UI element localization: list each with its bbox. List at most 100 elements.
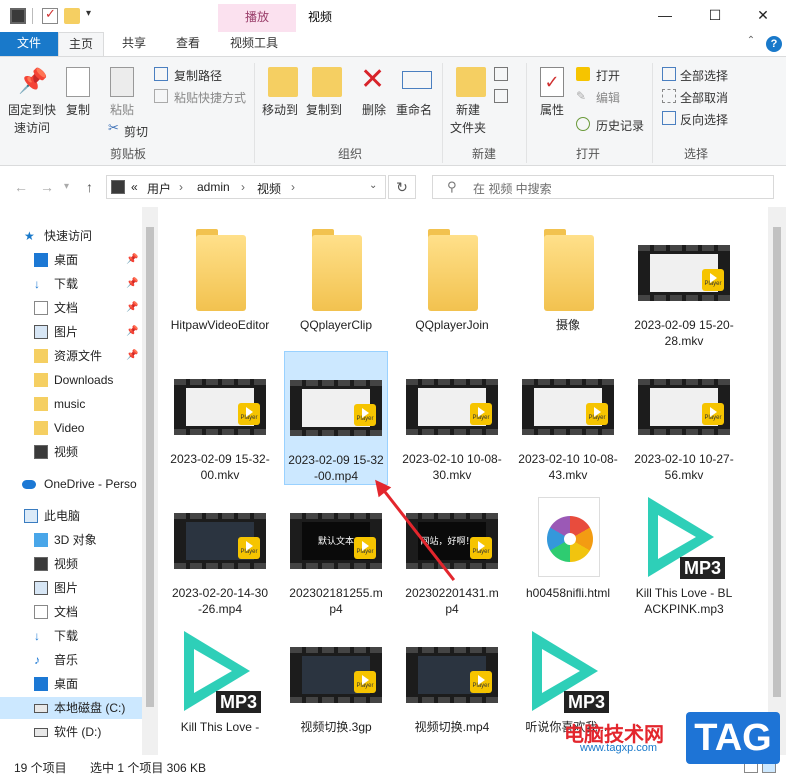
- new-folder-icon[interactable]: [456, 67, 486, 97]
- paste-button[interactable]: 粘贴: [110, 101, 134, 118]
- nav-this-pc[interactable]: 此电脑: [0, 505, 142, 527]
- minimize-button[interactable]: —: [650, 6, 680, 26]
- address-dropdown-icon[interactable]: ⌄: [369, 180, 377, 191]
- up-icon[interactable]: ↑: [86, 179, 93, 195]
- file-item[interactable]: Player 2023-02-10 10-08-43.mkv: [516, 351, 620, 483]
- rename-button[interactable]: 重命名: [396, 101, 432, 118]
- tab-file[interactable]: 文件: [0, 32, 58, 56]
- properties-button[interactable]: 属性: [540, 101, 564, 118]
- nav-quick-access[interactable]: ★ 快速访问: [0, 225, 142, 247]
- recent-dropdown-icon[interactable]: ▾: [64, 181, 69, 192]
- nav-pc-music[interactable]: ♪ 音乐: [0, 649, 142, 671]
- nav-pc-desktop[interactable]: 桌面: [0, 673, 142, 695]
- properties-icon[interactable]: ✓: [540, 67, 564, 97]
- nav-pc-drive-d[interactable]: 软件 (D:): [0, 721, 142, 743]
- breadcrumb-separator[interactable]: ›: [241, 180, 245, 194]
- breadcrumb-separator[interactable]: ›: [179, 180, 183, 194]
- folder-item[interactable]: QQplayerClip: [284, 217, 388, 333]
- paste-icon[interactable]: [110, 67, 134, 97]
- search-input[interactable]: 在 视频 中搜索: [473, 180, 552, 197]
- file-item[interactable]: 默认文本 Player 202302181255.mp4: [284, 485, 388, 617]
- file-item[interactable]: Player 2023-02-09 15-32-00.mkv: [168, 351, 272, 483]
- file-item[interactable]: Player 2023-02-10 10-27-56.mkv: [632, 351, 736, 483]
- nav-item-music[interactable]: music: [0, 393, 142, 415]
- copy-path-icon[interactable]: [154, 67, 168, 81]
- file-item[interactable]: MP3 Kill This Love -: [168, 619, 272, 735]
- file-item[interactable]: Player 2023-02-09 15-20-28.mkv: [632, 217, 736, 349]
- file-item[interactable]: 网站，好啊！！ Player 202302201431.mp4: [400, 485, 504, 617]
- tab-share[interactable]: 共享: [112, 32, 156, 56]
- move-to-button[interactable]: 移动到: [262, 101, 298, 118]
- tab-home[interactable]: 主页: [58, 32, 105, 56]
- copy-icon[interactable]: [66, 67, 90, 97]
- invert-selection-icon[interactable]: [662, 111, 676, 125]
- nav-item-documents[interactable]: 文档 📌: [0, 297, 142, 319]
- open-icon[interactable]: [576, 67, 590, 81]
- edit-button[interactable]: 编辑: [596, 89, 620, 106]
- pin-quick-access-label-2[interactable]: 速访问: [14, 119, 50, 136]
- breadcrumb-separator[interactable]: ›: [291, 180, 295, 194]
- file-item[interactable]: MP3 Kill This Love - BLACKPINK.mp3: [632, 485, 736, 617]
- new-folder-quick-icon[interactable]: [64, 8, 80, 24]
- refresh-button[interactable]: ↻: [388, 175, 416, 199]
- breadcrumb-admin[interactable]: admin: [197, 180, 230, 194]
- nav-item-resources[interactable]: 资源文件 📌: [0, 345, 142, 367]
- collapse-ribbon-icon[interactable]: ⌃: [736, 32, 766, 52]
- delete-icon[interactable]: ✕: [360, 65, 390, 95]
- nav-item-downloads[interactable]: Downloads: [0, 369, 142, 391]
- quick-access-dropdown-icon[interactable]: ▾: [86, 8, 91, 19]
- nav-item-pictures[interactable]: 图片 📌: [0, 321, 142, 343]
- paste-shortcut-button[interactable]: 粘贴快捷方式: [174, 89, 246, 106]
- history-button[interactable]: 历史记录: [596, 117, 644, 134]
- forward-icon[interactable]: →: [40, 179, 54, 195]
- breadcrumb-users[interactable]: 用户: [147, 180, 171, 197]
- file-item[interactable]: Player 2023-02-10 10-08-30.mkv: [400, 351, 504, 483]
- film-icon[interactable]: [10, 8, 26, 24]
- history-icon[interactable]: [576, 117, 590, 131]
- copy-button[interactable]: 复制: [66, 101, 90, 118]
- nav-item-video[interactable]: Video: [0, 417, 142, 439]
- select-all-button[interactable]: 全部选择: [680, 67, 728, 84]
- nav-onedrive[interactable]: OneDrive - Perso: [0, 473, 142, 495]
- scissors-icon[interactable]: ✂: [108, 121, 122, 135]
- new-folder-button-2[interactable]: 文件夹: [450, 119, 486, 136]
- nav-pc-pictures[interactable]: 图片: [0, 577, 142, 599]
- nav-pc-drive-c[interactable]: 本地磁盘 (C:): [0, 697, 142, 719]
- context-tab-group-play[interactable]: 播放: [218, 4, 296, 32]
- file-item[interactable]: h00458nifli.html: [516, 485, 620, 601]
- pin-icon[interactable]: 📌: [18, 67, 48, 97]
- delete-button[interactable]: 删除: [362, 101, 386, 118]
- new-folder-button[interactable]: 新建: [456, 101, 480, 118]
- nav-scrollbar-thumb[interactable]: [146, 227, 154, 707]
- search-box[interactable]: ⚲ 在 视频 中搜索: [432, 175, 774, 199]
- copy-to-button[interactable]: 复制到: [306, 101, 342, 118]
- nav-item-videos[interactable]: 视频: [0, 441, 142, 463]
- copy-path-button[interactable]: 复制路径: [174, 67, 222, 84]
- move-to-icon[interactable]: [268, 67, 298, 97]
- address-field[interactable]: « 用户 › admin › 视频 › ⌄: [106, 175, 386, 199]
- close-button[interactable]: ✕: [748, 6, 778, 26]
- pin-quick-access-label[interactable]: 固定到快: [8, 101, 56, 118]
- properties-quick-icon[interactable]: [42, 6, 58, 24]
- nav-pc-documents[interactable]: 文档: [0, 601, 142, 623]
- nav-pc-videos[interactable]: 视频: [0, 553, 142, 575]
- folder-item[interactable]: QQplayerJoin: [400, 217, 504, 333]
- nav-pc-downloads[interactable]: ↓ 下载: [0, 625, 142, 647]
- paste-shortcut-icon[interactable]: [154, 89, 168, 103]
- nav-item-downloads-cn[interactable]: ↓ 下载 📌: [0, 273, 142, 295]
- rename-icon[interactable]: [402, 71, 432, 89]
- back-icon[interactable]: ←: [14, 179, 28, 195]
- file-item[interactable]: Player 视频切换.mp4: [400, 619, 504, 735]
- cut-button[interactable]: 剪切: [124, 123, 148, 140]
- file-item[interactable]: Player 2023-02-09 15-32-00.mp4: [284, 351, 388, 485]
- maximize-button[interactable]: ☐: [700, 6, 730, 26]
- breadcrumb-videos[interactable]: 视频: [257, 180, 281, 197]
- nav-pc-3d-objects[interactable]: 3D 对象: [0, 529, 142, 551]
- select-all-icon[interactable]: [662, 67, 676, 81]
- select-none-icon[interactable]: [662, 89, 676, 103]
- copy-to-icon[interactable]: [312, 67, 342, 97]
- select-none-button[interactable]: 全部取消: [680, 89, 728, 106]
- file-item[interactable]: Player 视频切换.3gp: [284, 619, 388, 735]
- folder-item[interactable]: HitpawVideoEditor: [168, 217, 272, 333]
- tab-view[interactable]: 查看: [166, 32, 210, 56]
